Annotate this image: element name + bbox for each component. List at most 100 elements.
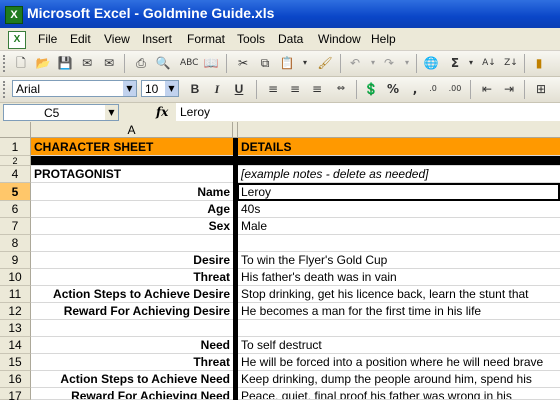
toolbar-grip[interactable] (3, 81, 8, 98)
menu-file[interactable]: File (38, 32, 57, 46)
insert-function-icon[interactable]: fx (156, 105, 168, 119)
toolbar-grip[interactable] (3, 55, 8, 72)
decrease-indent-icon[interactable]: ⇤ (478, 80, 496, 98)
cell-c13[interactable] (238, 320, 560, 337)
increase-indent-icon[interactable]: ⇥ (500, 80, 518, 98)
autosum-dropdown-icon[interactable]: ▾ (462, 54, 480, 72)
menu-tools[interactable]: Tools (237, 32, 265, 46)
row-header[interactable]: 14 (0, 337, 31, 354)
cell-c14[interactable]: To self destruct (238, 337, 560, 354)
cell-a13[interactable] (31, 320, 233, 337)
merge-center-icon[interactable]: ⇔ (332, 80, 350, 98)
cell-c2[interactable] (238, 156, 560, 166)
cell-c7[interactable]: Male (238, 218, 560, 235)
menu-insert[interactable]: Insert (142, 32, 172, 46)
decrease-decimal-icon[interactable]: .00 (446, 80, 464, 98)
cell-a10[interactable]: Threat (31, 269, 233, 286)
italic-icon[interactable]: I (208, 80, 226, 98)
row-header[interactable]: 16 (0, 371, 31, 388)
cell-a1[interactable]: CHARACTER SHEET (31, 138, 233, 156)
row-header[interactable]: 17 (0, 388, 31, 403)
cell-c8[interactable] (238, 235, 560, 252)
print-icon[interactable]: ⎙ (132, 54, 150, 72)
cell-c11[interactable]: Stop drinking, get his licence back, lea… (238, 286, 560, 303)
format-painter-icon[interactable]: 🖌 (316, 54, 334, 72)
underline-icon[interactable]: U (230, 80, 248, 98)
cell-a5[interactable]: Name (31, 183, 233, 201)
menu-view[interactable]: View (104, 32, 130, 46)
research-icon[interactable]: 📖 (202, 54, 220, 72)
cell-c10[interactable]: His father's death was in vain (238, 269, 560, 286)
row-header[interactable]: 10 (0, 269, 31, 286)
cell-c12[interactable]: He becomes a man for the first time in h… (238, 303, 560, 320)
row-header[interactable]: 7 (0, 218, 31, 235)
email-icon[interactable]: ✉ (100, 54, 118, 72)
permission-icon[interactable]: ✉ (78, 54, 96, 72)
cell-a11[interactable]: Action Steps to Achieve Desire (31, 286, 233, 303)
cut-icon[interactable]: ✂ (234, 54, 252, 72)
borders-icon[interactable]: ⊞ (532, 80, 550, 98)
save-icon[interactable]: 💾 (56, 54, 74, 72)
cell-a14[interactable]: Need (31, 337, 233, 354)
row-header[interactable]: 11 (0, 286, 31, 303)
cell-c6[interactable]: 40s (238, 201, 560, 218)
hyperlink-icon[interactable]: 🌐 (422, 54, 440, 72)
paste-dropdown-icon[interactable]: ▾ (296, 54, 314, 72)
select-all-corner[interactable] (0, 122, 31, 138)
cell-a2[interactable] (31, 156, 233, 166)
workbook-icon[interactable]: X (8, 31, 26, 49)
sort-ascending-icon[interactable]: A↓ (480, 54, 498, 72)
cell-c4[interactable]: [example notes - delete as needed] (238, 166, 560, 183)
chevron-down-icon[interactable]: ▼ (165, 81, 178, 96)
cell-c9[interactable]: To win the Flyer's Gold Cup (238, 252, 560, 269)
paste-icon[interactable]: 📋 (278, 54, 296, 72)
row-header[interactable]: 1 (0, 138, 31, 156)
font-name-select[interactable]: Arial ▼ (12, 80, 137, 97)
cell-a12[interactable]: Reward For Achieving Desire (31, 303, 233, 320)
cell-a9[interactable]: Desire (31, 252, 233, 269)
sort-descending-icon[interactable]: Z↓ (502, 54, 520, 72)
copy-icon[interactable]: ⧉ (256, 54, 274, 72)
font-size-select[interactable]: 10 ▼ (141, 80, 179, 97)
row-header[interactable]: 15 (0, 354, 31, 371)
chart-wizard-icon[interactable]: ▮ (530, 54, 548, 72)
formula-input[interactable]: Leroy (176, 103, 560, 121)
percent-icon[interactable]: % (384, 80, 402, 98)
comma-style-icon[interactable]: , (406, 80, 424, 98)
currency-icon[interactable]: 💲 (362, 80, 380, 98)
increase-decimal-icon[interactable]: .0 (424, 80, 442, 98)
undo-icon[interactable]: ↶ (346, 54, 364, 72)
row-header[interactable]: 6 (0, 201, 31, 218)
menu-window[interactable]: Window (318, 32, 361, 46)
cell-a16[interactable]: Action Steps to Achieve Need (31, 371, 233, 388)
row-header[interactable]: 9 (0, 252, 31, 269)
menu-edit[interactable]: Edit (70, 32, 91, 46)
cell-a8[interactable] (31, 235, 233, 252)
row-header[interactable]: 13 (0, 320, 31, 337)
cell-a4[interactable]: PROTAGONIST (31, 166, 233, 183)
column-header-c[interactable] (238, 122, 560, 138)
row-header[interactable]: 2 (0, 156, 31, 166)
cell-c15[interactable]: He will be forced into a position where … (238, 354, 560, 371)
cell-a6[interactable]: Age (31, 201, 233, 218)
row-header[interactable]: 5 (0, 183, 31, 201)
cell-a7[interactable]: Sex (31, 218, 233, 235)
menu-help[interactable]: Help (371, 32, 396, 46)
redo-icon[interactable]: ↷ (380, 54, 398, 72)
cell-a17[interactable]: Reward For Achieving Need (31, 388, 233, 400)
print-preview-icon[interactable]: 🔍 (154, 54, 172, 72)
spelling-icon[interactable]: ABC (180, 54, 198, 72)
align-left-icon[interactable]: ≡ (264, 80, 282, 98)
cell-a15[interactable]: Threat (31, 354, 233, 371)
align-right-icon[interactable]: ≡ (308, 80, 326, 98)
chevron-down-icon[interactable]: ▼ (105, 105, 118, 120)
column-header-a[interactable]: A (31, 122, 233, 138)
name-box[interactable]: C5 ▼ (3, 104, 119, 121)
cell-c1[interactable]: DETAILS (238, 138, 560, 156)
open-icon[interactable]: 📂 (34, 54, 52, 72)
bold-icon[interactable]: B (186, 80, 204, 98)
redo-dropdown-icon[interactable]: ▾ (398, 54, 416, 72)
chevron-down-icon[interactable]: ▼ (123, 81, 136, 96)
cell-c17[interactable]: Peace, quiet, final proof his father was… (238, 388, 560, 400)
align-center-icon[interactable]: ≡ (286, 80, 304, 98)
